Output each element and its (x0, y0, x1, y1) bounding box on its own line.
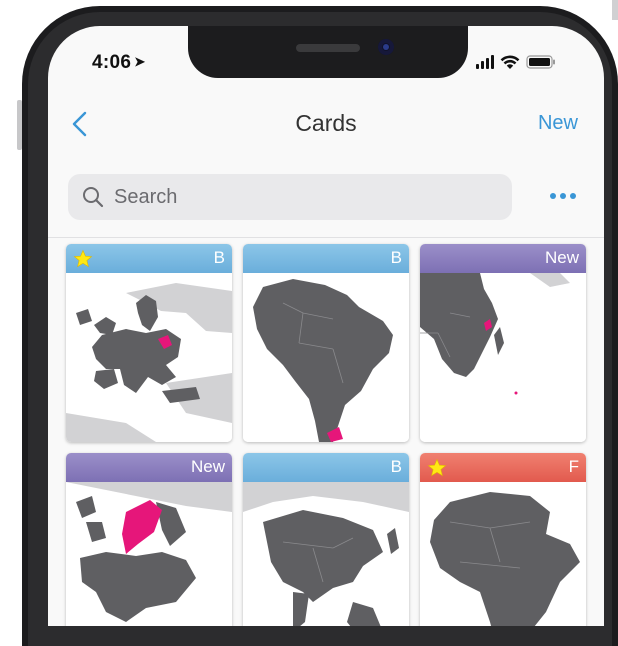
card-asia[interactable]: B (243, 453, 409, 626)
new-card-button[interactable]: New (538, 112, 578, 135)
card-badge: B (390, 248, 402, 267)
map-south-america (243, 273, 409, 442)
card-europe[interactable]: B (66, 244, 232, 442)
card-badge: B (390, 457, 402, 476)
status-time: 4:06 ➤ (92, 52, 145, 74)
navigation-bar: Cards New (48, 98, 604, 146)
location-arrow-icon: ➤ (134, 54, 146, 69)
map-scandinavia (66, 482, 232, 626)
more-dots-icon (550, 193, 556, 199)
status-time-text: 4:06 (92, 52, 132, 73)
card-header: New (66, 453, 232, 482)
card-south-america[interactable]: B (243, 244, 409, 442)
search-input[interactable] (112, 184, 496, 210)
map-africa-indian-ocean (420, 273, 586, 442)
card-africa-indian-ocean[interactable]: New (420, 244, 586, 442)
status-icons (476, 52, 556, 72)
card-badge: New (190, 457, 225, 476)
page-title: Cards (295, 110, 357, 136)
card-badge: B (213, 248, 225, 267)
speaker (296, 44, 360, 52)
signal-icon (476, 55, 494, 69)
card-header: New (420, 244, 586, 273)
card-badge: F (568, 457, 579, 476)
card-header: F (420, 453, 586, 482)
card-header: B (66, 244, 232, 273)
card-header: B (243, 453, 409, 482)
star-icon (73, 249, 93, 268)
card-scandinavia[interactable]: New (66, 453, 232, 626)
card-grid: B B New New B F (66, 244, 590, 626)
search-row (48, 174, 604, 222)
screen: 4:06 ➤ Cards New Search B B New New B F (48, 26, 604, 626)
battery-icon (526, 55, 556, 69)
map-europe (66, 273, 232, 442)
card-africa[interactable]: F (420, 453, 586, 626)
map-asia (243, 482, 409, 626)
wifi-icon (500, 55, 520, 70)
divider (48, 237, 604, 238)
card-badge: New (544, 248, 579, 267)
map-africa (420, 482, 586, 626)
camera-icon (378, 39, 394, 55)
notch (188, 26, 468, 78)
search-box[interactable] (68, 174, 512, 220)
card-header: B (243, 244, 409, 273)
search-icon (83, 187, 104, 208)
frame-edge (612, 0, 618, 20)
star-icon (427, 458, 447, 477)
more-options-button[interactable] (550, 193, 576, 199)
